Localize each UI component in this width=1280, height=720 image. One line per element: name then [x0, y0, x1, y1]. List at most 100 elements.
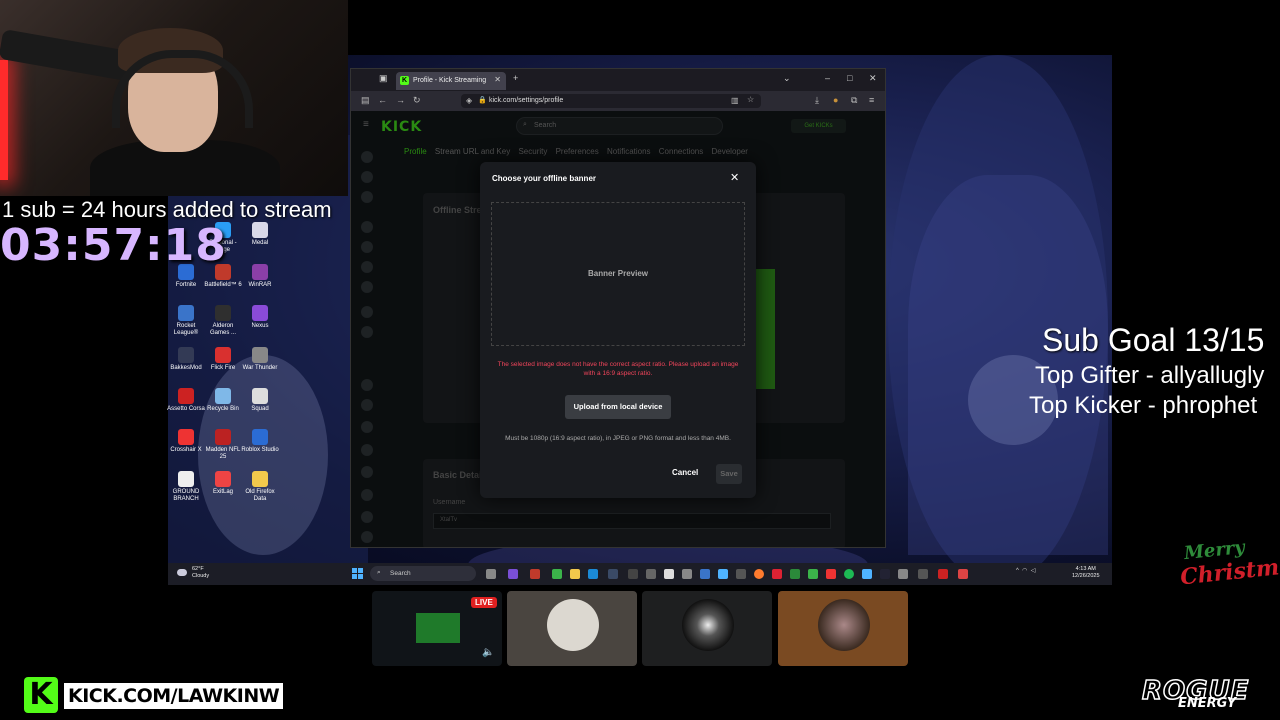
taskbar-clock[interactable]: 4:13 AM 12/26/2025: [1072, 566, 1100, 580]
downloads-icon[interactable]: ⤓: [815, 95, 819, 106]
channel-thumbnail[interactable]: [642, 591, 772, 666]
app-icon[interactable]: [772, 569, 782, 579]
channel-thumbnail[interactable]: [778, 591, 908, 666]
desktop-icon[interactable]: Alderon Games ...: [203, 305, 243, 337]
desktop-icon[interactable]: ExitLag: [203, 471, 243, 496]
steam-icon[interactable]: [608, 569, 618, 579]
desktop-icon[interactable]: Medal: [240, 222, 280, 247]
desktop-icon[interactable]: Squad: [240, 388, 280, 413]
app-icon[interactable]: [790, 569, 800, 579]
browse-icon[interactable]: [361, 171, 373, 183]
menu-icon[interactable]: ≡: [869, 95, 874, 105]
desktop-icon[interactable]: Assetto Corsa: [166, 388, 206, 413]
taskbar-search[interactable]: ⌕ Search: [370, 566, 476, 581]
channel-avatar[interactable]: [361, 444, 373, 456]
upload-local-button[interactable]: Upload from local device: [565, 395, 671, 419]
sidebar-toggle-icon[interactable]: ▤: [361, 95, 370, 106]
tab-notifications[interactable]: Notifications: [607, 147, 651, 156]
browser-tab[interactable]: K Profile - Kick Streaming ✕: [396, 72, 506, 90]
app-icon[interactable]: [736, 569, 746, 579]
xbox-icon[interactable]: [552, 569, 562, 579]
desktop-icon[interactable]: Rocket League®: [166, 305, 206, 337]
tab-stream-url-key[interactable]: Stream URL and Key: [435, 147, 510, 156]
unreal-icon[interactable]: [682, 569, 692, 579]
spotify-icon[interactable]: [844, 569, 854, 579]
tab-connections[interactable]: Connections: [659, 147, 703, 156]
epic-games-icon[interactable]: [664, 569, 674, 579]
weather-widget[interactable]: 62°F Cloudy: [192, 566, 209, 580]
app-icon[interactable]: [918, 569, 928, 579]
tab-security[interactable]: Security: [518, 147, 547, 156]
hamburger-icon[interactable]: ≡: [363, 119, 369, 130]
kick-logo[interactable]: KICK: [381, 119, 422, 135]
file-explorer-icon[interactable]: [570, 569, 580, 579]
reload-icon[interactable]: ↻: [413, 95, 421, 106]
discord-icon[interactable]: [508, 569, 518, 579]
channel-avatar[interactable]: [361, 379, 373, 391]
channel-avatar[interactable]: [361, 281, 373, 293]
app-icon[interactable]: [628, 569, 638, 579]
channel-avatar[interactable]: [361, 511, 373, 523]
app-icon[interactable]: [718, 569, 728, 579]
desktop-icon[interactable]: Roblox Studio: [240, 429, 280, 454]
heart-icon[interactable]: [361, 221, 373, 233]
home-icon[interactable]: [361, 151, 373, 163]
username-input[interactable]: XtalTv: [433, 513, 831, 529]
channel-avatar[interactable]: [361, 466, 373, 478]
chevron-down-icon[interactable]: ⌄: [783, 73, 791, 84]
app-icon[interactable]: [898, 569, 908, 579]
close-tab-icon[interactable]: ✕: [494, 75, 501, 84]
desktop-icon[interactable]: Madden NFL 25: [203, 429, 243, 461]
bookmark-star-icon[interactable]: ☆: [747, 95, 754, 104]
app-icon[interactable]: [826, 569, 836, 579]
minimize-icon[interactable]: –: [825, 73, 830, 83]
wifi-icon[interactable]: ◠: [1022, 568, 1027, 574]
app-icon[interactable]: [646, 569, 656, 579]
mute-icon[interactable]: 🔈: [482, 647, 494, 658]
desktop-icon[interactable]: WinRAR: [240, 264, 280, 289]
app-icon[interactable]: [880, 569, 890, 579]
close-window-icon[interactable]: ✕: [869, 73, 877, 84]
photos-icon[interactable]: [700, 569, 710, 579]
save-button[interactable]: Save: [716, 464, 742, 484]
desktop-icon[interactable]: BakkesMod: [166, 347, 206, 372]
reader-view-icon[interactable]: ▥: [731, 96, 739, 105]
channel-avatar[interactable]: [361, 531, 373, 543]
following-icon[interactable]: [361, 191, 373, 203]
app-icon[interactable]: [938, 569, 948, 579]
desktop-icon[interactable]: Crosshair X: [166, 429, 206, 454]
back-arrow-icon[interactable]: ←: [378, 95, 387, 105]
cancel-button[interactable]: Cancel: [672, 468, 698, 477]
channel-avatar[interactable]: [361, 241, 373, 253]
task-view-icon[interactable]: [486, 569, 496, 579]
address-bar[interactable]: ◈ 🔒 kick.com/settings/profile ▥ ☆: [461, 94, 761, 108]
desktop-icon[interactable]: Old Firefox Data: [240, 471, 280, 503]
maximize-icon[interactable]: □: [847, 73, 852, 83]
tab-list-icon[interactable]: ▣: [379, 73, 388, 84]
desktop-icon[interactable]: Flick Fire: [203, 347, 243, 372]
firefox-icon[interactable]: [754, 569, 764, 579]
new-tab-icon[interactable]: +: [513, 73, 518, 83]
volume-icon[interactable]: ◁: [1031, 568, 1036, 574]
app-icon[interactable]: [958, 569, 968, 579]
account-icon[interactable]: ●: [833, 95, 838, 105]
app-icon[interactable]: [530, 569, 540, 579]
tab-developer[interactable]: Developer: [712, 147, 748, 156]
app-icon[interactable]: [808, 569, 818, 579]
channel-thumbnail[interactable]: [507, 591, 637, 666]
store-icon[interactable]: [588, 569, 598, 579]
close-icon[interactable]: ✕: [730, 171, 739, 184]
channel-avatar[interactable]: [361, 489, 373, 501]
desktop-icon[interactable]: War Thunder: [240, 347, 280, 372]
desktop-icon[interactable]: Nexus: [240, 305, 280, 330]
channel-avatar[interactable]: [361, 326, 373, 338]
desktop-icon[interactable]: GROUND BRANCH: [166, 471, 206, 503]
settings-gear-icon[interactable]: [862, 569, 872, 579]
kick-search-input[interactable]: ⌕ Search: [516, 117, 723, 135]
channel-avatar[interactable]: [361, 399, 373, 411]
desktop-icon[interactable]: Recycle Bin: [203, 388, 243, 413]
channel-avatar[interactable]: [361, 306, 373, 318]
tab-profile[interactable]: Profile: [404, 147, 427, 156]
tab-preferences[interactable]: Preferences: [556, 147, 599, 156]
chevron-up-icon[interactable]: ^: [1016, 568, 1019, 574]
